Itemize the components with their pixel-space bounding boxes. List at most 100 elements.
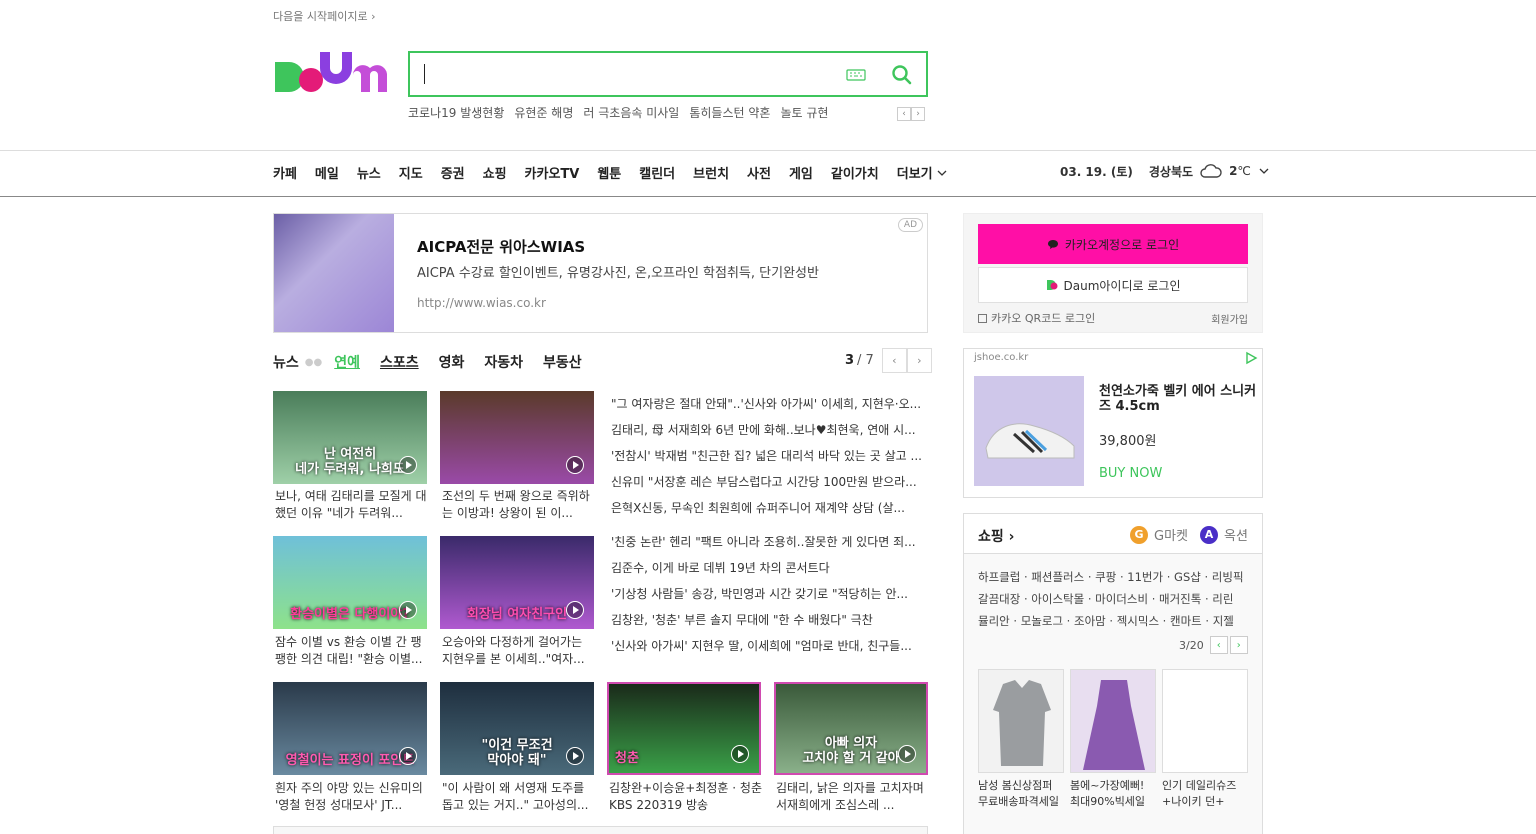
headline-item[interactable]: "그 여자랑은 절대 안돼"..'신사와 아가씨' 이세희, 지현우·오... [611, 396, 927, 422]
headline-item[interactable]: 김태리, 母 서재희와 6년 만에 화해..보나♥최현욱, 연애 시... [611, 422, 927, 448]
headline-item[interactable]: 김준수, 이게 바로 데뷔 19년 차의 콘서트다 [611, 560, 927, 586]
trending-item[interactable]: 유현준 해명 [514, 104, 573, 121]
region-text: 경상북도 [1148, 164, 1194, 179]
nav-item-mail[interactable]: 메일 [315, 163, 339, 182]
shop-links-row[interactable]: 뮬리안 · 모놀로그 · 조아맘 · 젝시믹스 · 캔마트 · 지젤 [978, 610, 1253, 632]
set-start-page-link[interactable]: 다음을 시작페이지로 › [273, 8, 375, 24]
daum-login-button[interactable]: Daum아이디로 로그인 [978, 267, 1248, 303]
product-ad[interactable]: jshoe.co.kr 천연소가죽 벨키 에어 스니커즈 4.5cm 39,80… [963, 348, 1263, 498]
jacket-icon [979, 670, 1063, 772]
nav-item-together[interactable]: 같이가치 [831, 163, 879, 182]
kakao-login-button[interactable]: 카카오계정으로 로그인 [978, 224, 1248, 264]
product-name[interactable]: 천연소가죽 벨키 에어 스니커즈 4.5cm [1099, 384, 1259, 414]
tab-news[interactable]: 뉴스 [273, 352, 299, 372]
headline-item[interactable]: '신사와 아가씨' 지현우 딸, 이세희에 "엄마로 반대, 친구들... [611, 638, 927, 664]
nav-item-stock[interactable]: 증권 [441, 163, 465, 182]
search-icon[interactable] [890, 63, 914, 87]
headline-item[interactable]: 신유미 "서장훈 레슨 부담스럽다고 시간당 100만원 받으라... [611, 474, 927, 500]
play-icon [399, 601, 417, 619]
video-caption[interactable]: 흰자 주의 야망 있는 신유미의 '영철 헌정 성대모사' JT... [275, 780, 429, 814]
login-panel: 카카오계정으로 로그인 Daum아이디로 로그인 카카오 QR코드 로그인 회원… [963, 213, 1263, 333]
next-arrow-icon[interactable]: › [1229, 636, 1248, 654]
nav-more-label: 더보기 [896, 167, 933, 182]
trending-item[interactable]: 놀토 규현 [780, 104, 828, 121]
signup-link[interactable]: 회원가입 [1211, 311, 1248, 326]
prev-arrow-icon[interactable]: ‹ [897, 107, 911, 121]
video-thumb[interactable]: "이건 무조건 막아야 돼" [440, 682, 594, 775]
ad-domain: jshoe.co.kr [974, 352, 1029, 363]
product-card[interactable] [1162, 669, 1248, 773]
video-thumb[interactable]: 난 여전히 네가 두려워, 나희도 [273, 391, 427, 484]
nav-item-brunch[interactable]: 브런치 [693, 163, 729, 182]
keyboard-icon[interactable] [846, 67, 866, 83]
video-thumb[interactable] [440, 391, 594, 484]
video-caption[interactable]: "이 사람이 왜 서영재 도주를 돕고 있는 거지.." 고아성의... [442, 780, 596, 814]
video-caption[interactable]: 조선의 두 번째 왕으로 즉위하는 이방과! 상왕이 된 이... [442, 488, 596, 522]
prev-arrow-icon[interactable]: ‹ [1209, 636, 1228, 654]
trending-item[interactable]: 러 극초음속 미사일 [583, 104, 679, 121]
nav-item-calendar[interactable]: 캘린더 [639, 163, 675, 182]
video-caption[interactable]: 잠수 이별 vs 환승 이별 간 팽팽한 의견 대립! "환승 이별... [275, 634, 429, 668]
nav-item-dictionary[interactable]: 사전 [747, 163, 771, 182]
daum-logo[interactable] [273, 48, 389, 100]
video-caption[interactable]: 김창완+이승윤+최정훈 · 청춘 KBS 220319 방송 [609, 780, 763, 814]
headline-item[interactable]: 김창완, '청춘' 부른 솔지 무대에 "한 수 배웠다" 극찬 [611, 612, 927, 638]
nav-item-kakaotv[interactable]: 카카오TV [525, 163, 580, 182]
headline-item[interactable]: '친중 논란' 헨리 "팩트 아니라 조용히..잘못한 게 있다면 죄... [611, 534, 927, 560]
video-thumb[interactable]: 영철이는 표정이 포인트 [273, 682, 427, 775]
search-box[interactable] [408, 51, 928, 97]
product-caption[interactable]: 인기 데일리슈즈 +나이키 던+ [1162, 778, 1254, 810]
headline-item[interactable]: '전참시' 박재범 "친근한 집? 넓은 대리석 바닥 있는 곳 살고 ... [611, 448, 927, 474]
speech-bubble-icon [1047, 239, 1058, 249]
video-caption[interactable]: 보나, 여태 김태리를 모질게 대했던 이유 "네가 두려워... [275, 488, 429, 522]
banner-ad[interactable]: AICPA전문 위아스WIAS AICPA 수강료 할인이벤트, 유명강사진, … [273, 213, 928, 333]
product-card[interactable] [978, 669, 1064, 773]
kakao-login-label: 카카오계정으로 로그인 [1064, 237, 1180, 252]
product-caption[interactable]: 봄에~가장예뻐! 최대90%빅세일 [1070, 778, 1162, 810]
gmarket-link[interactable]: G G마켓 [1130, 525, 1188, 544]
tab-entertainment[interactable]: 연예 [334, 352, 360, 372]
nav-item-webtoon[interactable]: 웹툰 [597, 163, 621, 182]
nav-item-cafe[interactable]: 카페 [273, 163, 297, 182]
video-thumb[interactable]: 아빠 의자 고치야 할 거 같아 [774, 682, 928, 775]
next-page-button[interactable]: › [906, 348, 932, 373]
auction-link[interactable]: A 옥션 [1200, 525, 1248, 544]
search-input[interactable] [424, 64, 425, 84]
tab-car[interactable]: 자동차 [484, 352, 523, 372]
tab-movie[interactable]: 영화 [439, 352, 465, 372]
trending-item[interactable]: 코로나19 발생현황 [408, 104, 504, 121]
nav-item-game[interactable]: 게임 [789, 163, 813, 182]
ad-choices-icon[interactable] [1244, 351, 1258, 365]
product-card[interactable] [1070, 669, 1156, 773]
qr-login-link[interactable]: 카카오 QR코드 로그인 [978, 310, 1095, 326]
tab-realestate[interactable]: 부동산 [543, 352, 582, 372]
shop-links-row[interactable]: 하프클럽 · 패션플러스 · 쿠팡 · 11번가 · GS샵 · 리빙픽 [978, 566, 1253, 588]
headline-item[interactable]: 은혁X신동, 무속인 최원희에 슈퍼주니어 재계약 상담 (살... [611, 500, 927, 526]
video-caption[interactable]: 김태리, 낡은 의자를 고치자며 서재희에게 조심스레 ... [776, 780, 930, 814]
buy-now-link[interactable]: BUY NOW [1099, 466, 1162, 481]
shopping-title[interactable]: 쇼핑 › [978, 526, 1014, 546]
weather-widget[interactable]: 03. 19. (토) 경상북도 2 ℃ [1060, 162, 1269, 180]
video-thumb[interactable]: 청춘 [607, 682, 761, 775]
nav-item-news[interactable]: 뉴스 [357, 163, 381, 182]
product-caption[interactable]: 남성 봄신상점퍼 무료배송파격세일 [978, 778, 1070, 810]
shop-links-row[interactable]: 갈끔대장 · 아이스탁몰 · 마이더스비 · 매거진톡 · 리린 [978, 588, 1253, 610]
video-thumb[interactable]: 환승이별은 다행이야? [273, 536, 427, 629]
headline-item[interactable]: '기상청 사람들' 송강, 박민영과 시간 갖기로 "적당히는 안... [611, 586, 927, 612]
nav-more-button[interactable]: 더보기 [897, 163, 947, 182]
trending-item[interactable]: 톰히들스턴 약혼 [689, 104, 770, 121]
tab-sports[interactable]: 스포츠 [380, 352, 419, 372]
video-caption[interactable]: 오승아와 다정하게 걸어가는 지현우를 본 이세희.."여자... [442, 634, 596, 668]
nav-item-map[interactable]: 지도 [399, 163, 423, 182]
ad-url[interactable]: http://www.wias.co.kr [417, 296, 546, 310]
chevron-down-icon [1259, 168, 1269, 174]
product-price: 39,800원 [1099, 434, 1157, 449]
nav-item-shopping[interactable]: 쇼핑 [483, 163, 507, 182]
daum-logo-icon [1046, 280, 1057, 290]
ad-title[interactable]: AICPA전문 위아스WIAS [417, 236, 585, 257]
next-arrow-icon[interactable]: › [911, 107, 925, 121]
headline-list: "그 여자랑은 절대 안돼"..'신사와 아가씨' 이세희, 지현우·오... … [611, 396, 927, 664]
prev-page-button[interactable]: ‹ [881, 348, 907, 373]
video-thumb[interactable]: 회장님 여자친구인 [440, 536, 594, 629]
shopping-header: 쇼핑 › G G마켓 A 옥션 [964, 514, 1262, 554]
